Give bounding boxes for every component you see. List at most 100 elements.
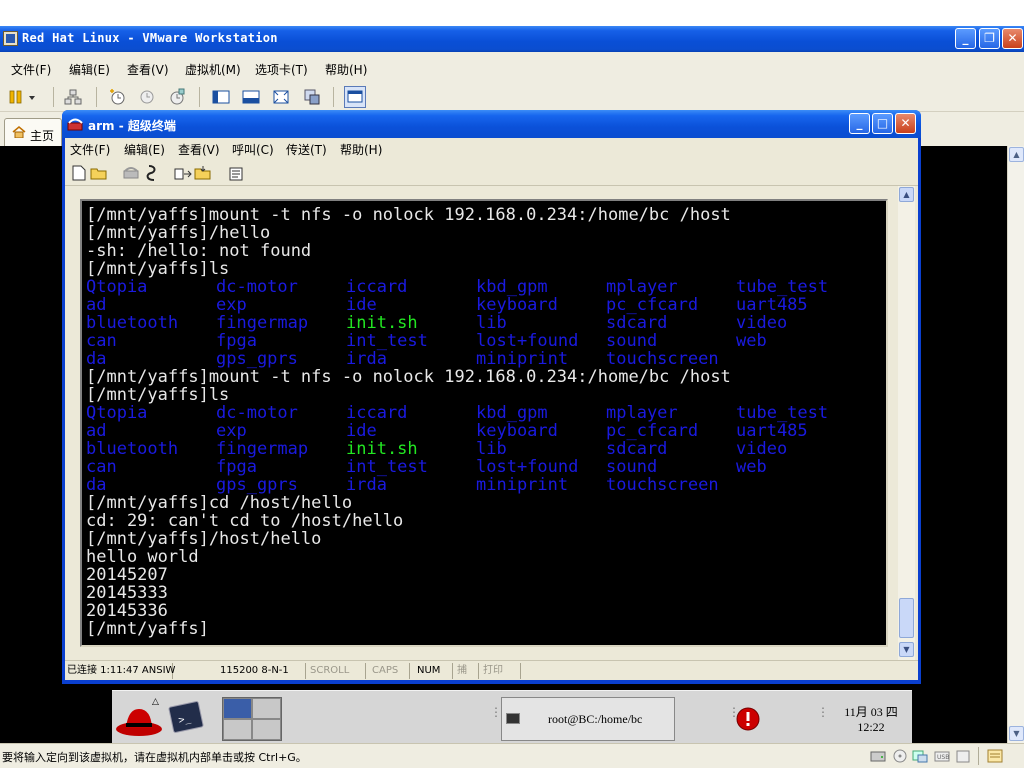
terminal-scroll-thumb[interactable]: [899, 598, 914, 638]
workspace-2[interactable]: [252, 698, 281, 719]
terminal-titlebar[interactable]: arm - 超级终端 _ □ ✕: [62, 110, 921, 138]
svg-text:△: △: [152, 697, 159, 707]
new-connection-icon[interactable]: [72, 165, 86, 181]
directory-entry: mplayer: [606, 277, 678, 297]
scroll-down-arrow-icon[interactable]: ▼: [1009, 726, 1024, 741]
redhat-menu-icon[interactable]: △: [114, 695, 164, 741]
directory-entry: keyboard: [476, 421, 558, 441]
terminal-close-button[interactable]: ✕: [895, 113, 916, 134]
properties-icon[interactable]: [228, 165, 246, 181]
task-button-terminal[interactable]: root@BC:/home/bc: [501, 697, 675, 741]
status-caps: CAPS: [370, 663, 410, 679]
disconnect-icon[interactable]: [144, 164, 160, 182]
directory-entry: iccard: [346, 403, 408, 423]
send-icon[interactable]: [174, 165, 192, 181]
workspace-switcher[interactable]: [222, 697, 282, 741]
minimize-button[interactable]: _: [955, 28, 976, 49]
directory-entry: Qtopia: [86, 277, 148, 297]
terminal-line: [/mnt/yaffs]/hello: [86, 223, 271, 243]
terminal-line: can fpga int_test lost+found sound web: [86, 332, 866, 350]
hyperterminal-window: arm - 超级终端 _ □ ✕ 文件(F) 编辑(E) 查看(V) 呼叫(C)…: [62, 110, 921, 684]
network-adapter-icon[interactable]: [912, 748, 928, 764]
scroll-up-arrow-icon[interactable]: ▲: [1009, 147, 1024, 162]
directory-entry: kbd_gpm: [476, 403, 548, 423]
terminal-line: [/mnt/yaffs]mount -t nfs -o nolock 192.1…: [86, 205, 731, 225]
terminal-launcher-icon[interactable]: >_: [168, 699, 206, 737]
revert-snapshot-icon[interactable]: [138, 88, 156, 106]
harddisk-icon[interactable]: [870, 748, 886, 764]
open-icon[interactable]: [90, 165, 108, 181]
directory-entry: touchscreen: [606, 475, 719, 495]
menu-tabs[interactable]: 选项卡(T): [255, 61, 308, 78]
status-capture: 捕: [455, 663, 479, 679]
vmware-titlebar[interactable]: Red Hat Linux - VMware Workstation _ ❐ ✕: [0, 26, 1024, 52]
message-log-icon[interactable]: [987, 748, 1003, 764]
directory-entry: sdcard: [606, 439, 668, 459]
terminal-menu-help[interactable]: 帮助(H): [340, 141, 382, 158]
terminal-menubar: 文件(F) 编辑(E) 查看(V) 呼叫(C) 传送(T) 帮助(H): [65, 138, 918, 160]
menu-file[interactable]: 文件(F): [11, 61, 51, 78]
cdrom-icon[interactable]: [892, 748, 908, 764]
menu-vm[interactable]: 虚拟机(M): [185, 61, 241, 78]
restore-button[interactable]: ❐: [979, 28, 1000, 49]
directory-entry: pc_cfcard: [606, 295, 699, 315]
snapshot-icon[interactable]: [108, 88, 126, 106]
unity-icon[interactable]: [303, 88, 321, 106]
quick-switch-icon[interactable]: [242, 88, 260, 106]
workspace-3[interactable]: [223, 719, 252, 740]
menu-edit[interactable]: 编辑(E): [69, 61, 110, 78]
snapshot-manager-icon[interactable]: [168, 88, 186, 106]
terminal-menu-edit[interactable]: 编辑(E): [124, 141, 165, 158]
terminal-maximize-button[interactable]: □: [872, 113, 893, 134]
terminal-menu-view[interactable]: 查看(V): [178, 141, 220, 158]
directory-entry: exp: [216, 421, 247, 441]
menu-help[interactable]: 帮助(H): [325, 61, 367, 78]
terminal-line: bluetooth fingermap init.sh lib sdcard video: [86, 440, 866, 458]
console-view-icon[interactable]: [344, 86, 366, 108]
tab-home-label: 主页: [30, 129, 55, 143]
directory-entry: ide: [346, 295, 377, 315]
directory-entry: kbd_gpm: [476, 277, 548, 297]
directory-entry: tube_test: [736, 403, 829, 423]
terminal-statusbar: 已连接 1:11:47 ANSIW 115200 8-N-1 SCROLL CA…: [65, 660, 918, 680]
terminal-output: [/mnt/yaffs]mount -t nfs -o nolock 192.1…: [86, 206, 866, 638]
pause-icon[interactable]: [8, 88, 38, 106]
workspace-1[interactable]: [223, 698, 252, 719]
terminal-minimize-button[interactable]: _: [849, 113, 870, 134]
menu-view[interactable]: 查看(V): [127, 61, 169, 78]
panel-date: 11月 03 四: [844, 705, 898, 719]
connect-icon[interactable]: [122, 165, 140, 181]
panel-clock[interactable]: 11月 03 四 12:22: [836, 703, 906, 735]
directory-entry: keyboard: [476, 295, 558, 315]
directory-entry: uart485: [736, 295, 808, 315]
terminal-menu-file[interactable]: 文件(F): [70, 141, 110, 158]
scroll-up-arrow-icon[interactable]: ▲: [899, 187, 914, 202]
directory-entry: can: [86, 457, 117, 477]
sound-card-icon[interactable]: [955, 748, 971, 764]
terminal-scrollbar[interactable]: ▲ ▼: [898, 186, 915, 660]
svg-text:USB: USB: [937, 754, 949, 761]
directory-entry: miniprint: [476, 475, 569, 495]
terminal-line: [/mnt/yaffs]ls: [86, 259, 230, 279]
network-icon[interactable]: [64, 88, 82, 106]
terminal-menu-call[interactable]: 呼叫(C): [232, 141, 274, 158]
update-alert-icon[interactable]: [736, 707, 760, 731]
tab-home[interactable]: 主页: [4, 118, 62, 146]
guest-desktop-panel: △ >_ ⋮ root@BC:/home/bc ⋮ ⋮ 11月 03 四 12:…: [112, 690, 912, 743]
full-screen-icon[interactable]: [272, 88, 290, 106]
vm-console-scrollbar[interactable]: ▲ ▼: [1007, 146, 1024, 743]
scroll-down-arrow-icon[interactable]: ▼: [899, 642, 914, 657]
directory-entry: gps_gprs: [216, 475, 298, 495]
terminal-menu-transfer[interactable]: 传送(T): [286, 141, 327, 158]
close-button[interactable]: ✕: [1002, 28, 1023, 49]
workspace-4[interactable]: [252, 719, 281, 740]
directory-entry: bluetooth: [86, 313, 179, 333]
screen: Red Hat Linux - VMware Workstation _ ❐ ✕…: [0, 0, 1024, 768]
usb-icon[interactable]: USB: [934, 748, 950, 764]
terminal-line: ad exp ide keyboard pc_cfcard uart485: [86, 422, 866, 440]
terminal-line: [/mnt/yaffs]ls: [86, 385, 230, 405]
receive-icon[interactable]: [194, 165, 212, 181]
show-console-icon[interactable]: [212, 88, 230, 106]
terminal-screen[interactable]: [/mnt/yaffs]mount -t nfs -o nolock 192.1…: [80, 199, 888, 647]
vmware-menubar: 文件(F) 编辑(E) 查看(V) 虚拟机(M) 选项卡(T) 帮助(H): [0, 52, 1024, 82]
